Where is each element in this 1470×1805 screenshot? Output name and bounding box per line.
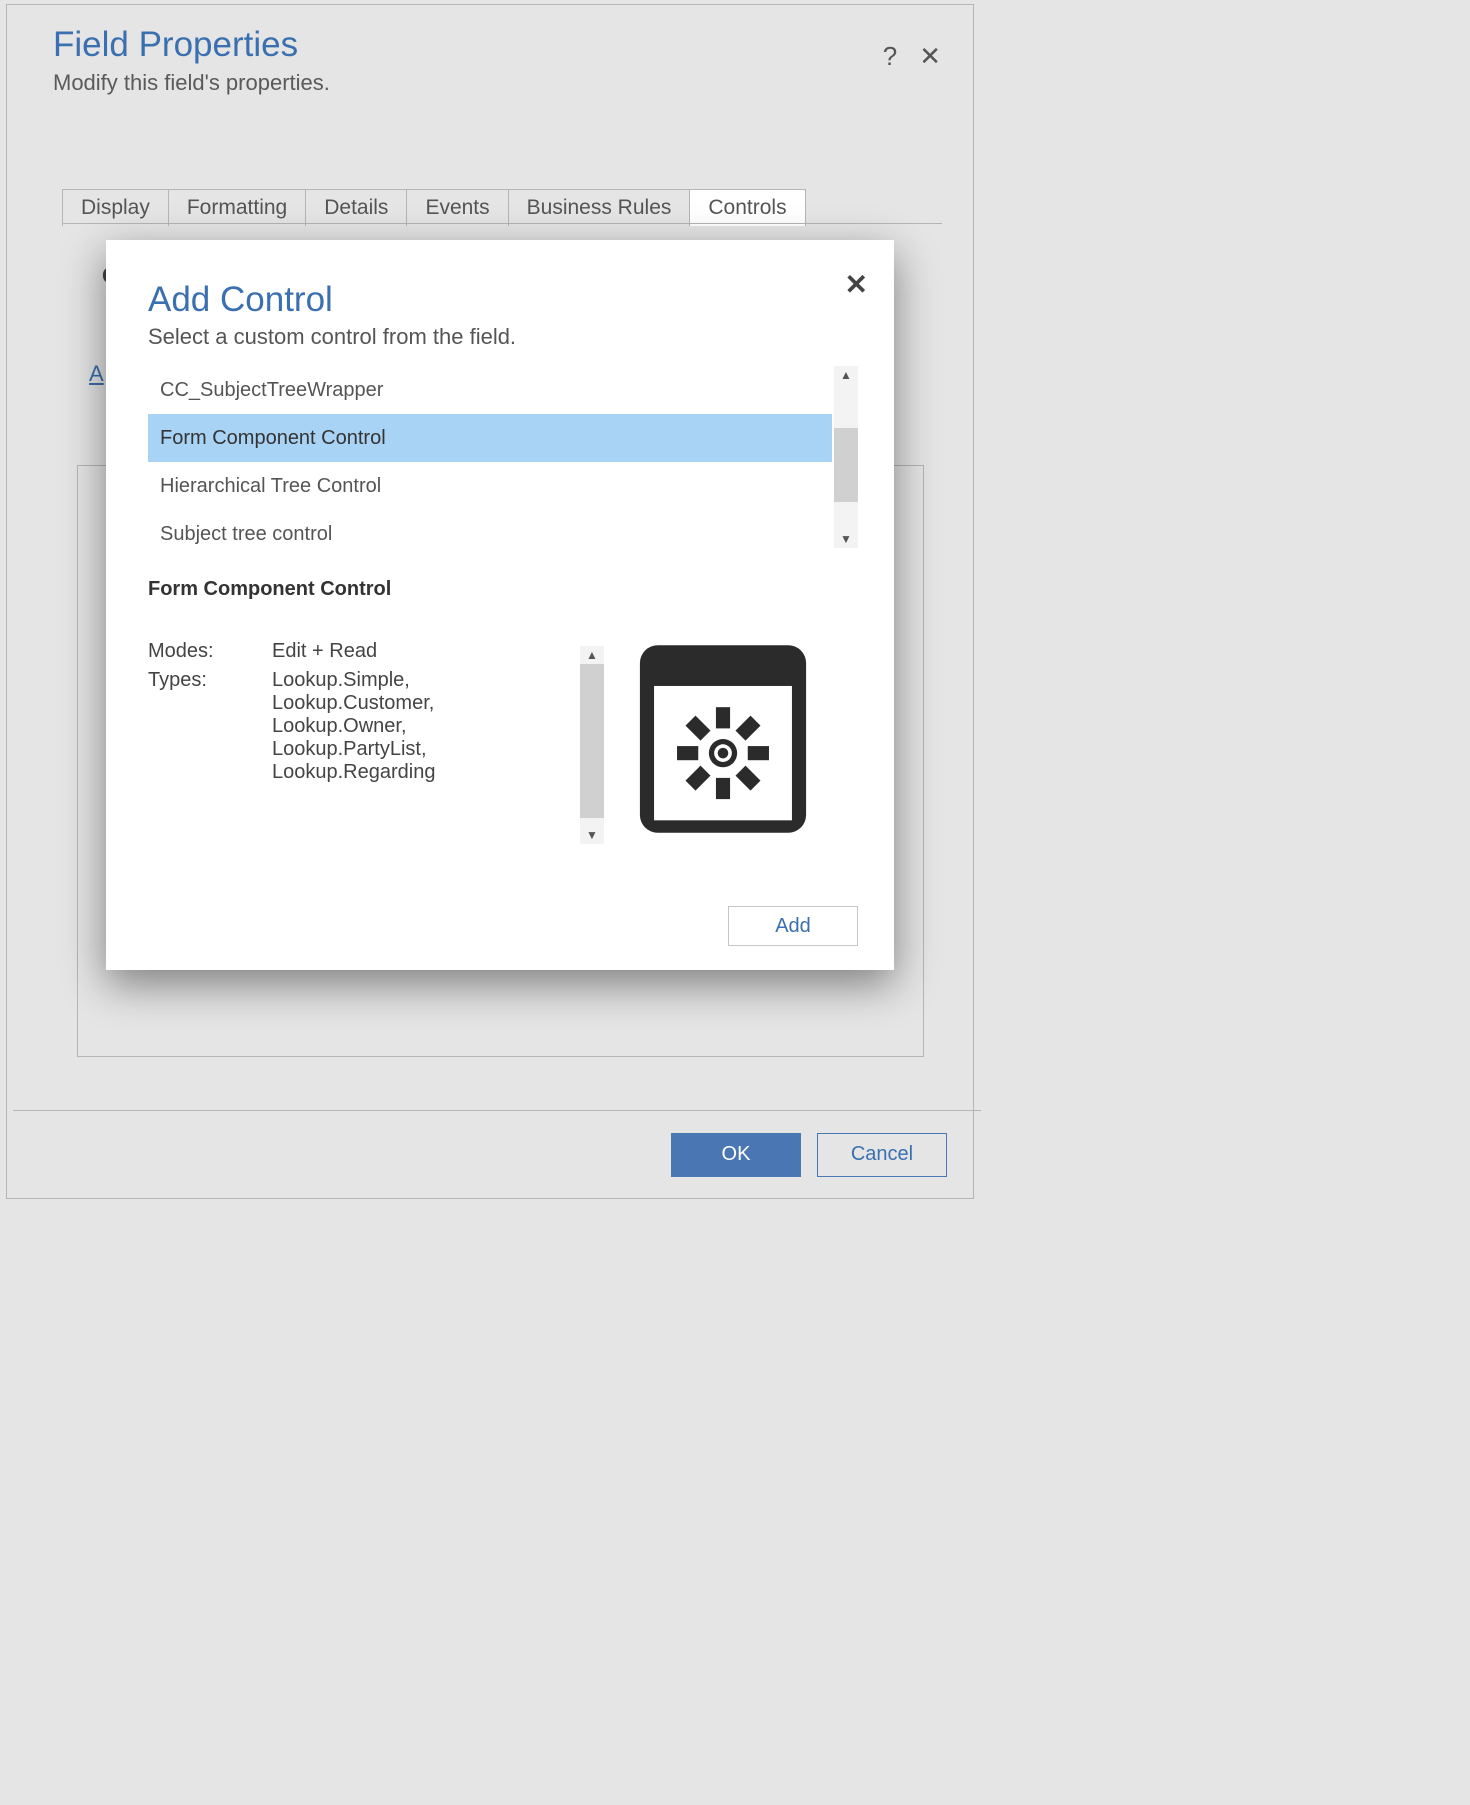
add-button[interactable]: Add bbox=[728, 906, 858, 946]
tab-business-rules[interactable]: Business Rules bbox=[508, 189, 691, 226]
detail-types-label: Types: bbox=[148, 669, 272, 784]
detail-modes-value: Edit + Read bbox=[272, 640, 492, 663]
close-icon[interactable]: ✕ bbox=[845, 268, 868, 301]
control-list-scrollbar[interactable]: ▲ ▼ bbox=[834, 366, 858, 548]
add-control-title: Add Control bbox=[148, 280, 858, 320]
detail-types-value: Lookup.Simple, Lookup.Customer, Lookup.O… bbox=[272, 669, 492, 784]
scroll-thumb[interactable] bbox=[580, 664, 604, 818]
detail-scrollbar[interactable]: ▲ ▼ bbox=[580, 646, 604, 844]
tab-formatting[interactable]: Formatting bbox=[168, 189, 306, 226]
close-icon[interactable]: ✕ bbox=[919, 41, 941, 72]
detail-modes-label: Modes: bbox=[148, 640, 272, 663]
scroll-thumb[interactable] bbox=[834, 428, 858, 502]
scroll-up-icon[interactable]: ▲ bbox=[834, 366, 858, 384]
help-icon[interactable]: ? bbox=[883, 41, 897, 72]
list-item[interactable]: Subject tree control bbox=[148, 510, 832, 558]
field-properties-header: Field Properties Modify this field's pro… bbox=[7, 5, 973, 96]
field-properties-tabs: Display Formatting Details Events Busine… bbox=[62, 189, 806, 226]
add-control-link[interactable]: A bbox=[89, 361, 104, 387]
control-list-container: CC_SubjectTreeWrapper Form Component Con… bbox=[148, 366, 858, 556]
scroll-up-icon[interactable]: ▲ bbox=[580, 646, 604, 664]
cancel-button[interactable]: Cancel bbox=[817, 1133, 947, 1177]
add-control-modal: ✕ Add Control Select a custom control fr… bbox=[106, 240, 894, 970]
tab-controls[interactable]: Controls bbox=[689, 189, 805, 226]
list-item[interactable]: Hierarchical Tree Control bbox=[148, 462, 832, 510]
scroll-down-icon[interactable]: ▼ bbox=[580, 826, 604, 844]
tab-display[interactable]: Display bbox=[62, 189, 169, 226]
selected-control-name: Form Component Control bbox=[148, 578, 858, 601]
control-list[interactable]: CC_SubjectTreeWrapper Form Component Con… bbox=[148, 366, 832, 556]
control-preview-icon bbox=[634, 640, 812, 838]
field-properties-subtitle: Modify this field's properties. bbox=[53, 70, 927, 96]
control-detail-panel: Modes: Edit + Read Types: Lookup.Simple,… bbox=[148, 640, 604, 840]
tab-events[interactable]: Events bbox=[406, 189, 508, 226]
tab-details[interactable]: Details bbox=[305, 189, 407, 226]
add-control-subtitle: Select a custom control from the field. bbox=[148, 324, 858, 350]
list-item[interactable]: CC_SubjectTreeWrapper bbox=[148, 366, 832, 414]
list-item[interactable]: Form Component Control bbox=[148, 414, 832, 462]
field-properties-footer: OK Cancel bbox=[13, 1110, 981, 1198]
field-properties-title: Field Properties bbox=[53, 27, 927, 62]
ok-button[interactable]: OK bbox=[671, 1133, 801, 1177]
scroll-down-icon[interactable]: ▼ bbox=[834, 530, 858, 548]
